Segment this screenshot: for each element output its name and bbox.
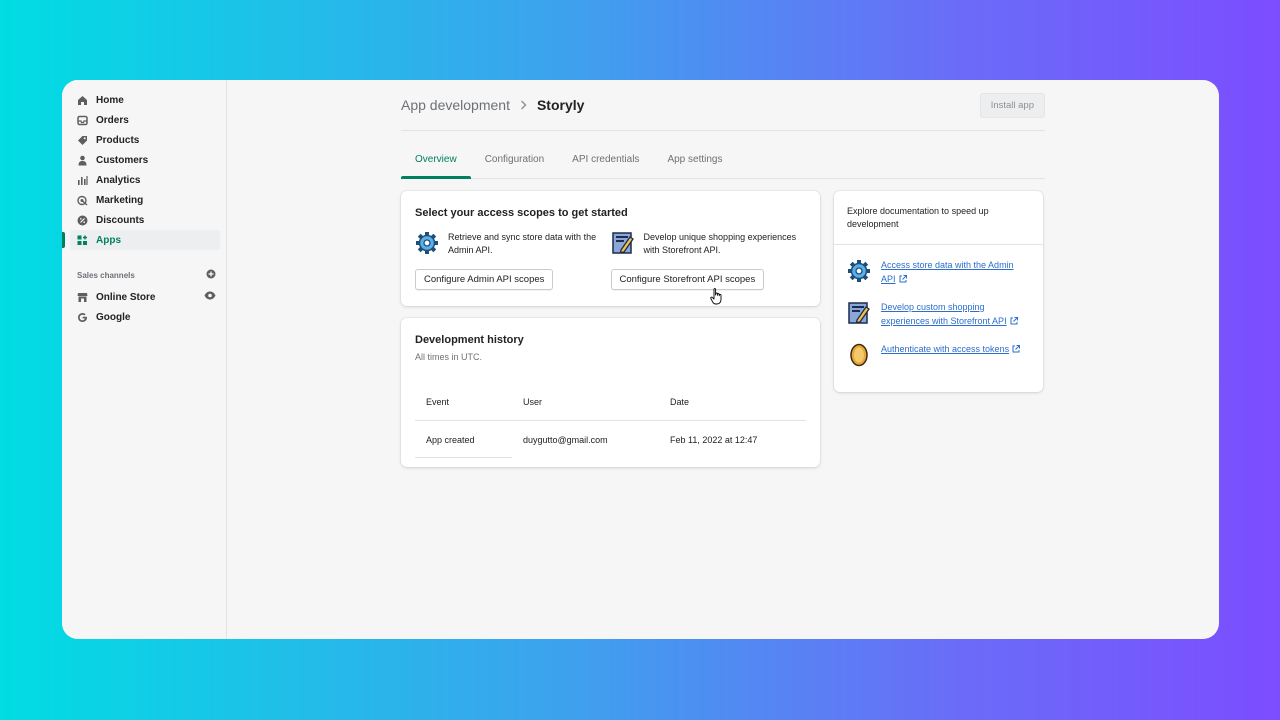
main-area: App development Storyly Install app Over… (227, 80, 1219, 639)
tab-api-credentials[interactable]: API credentials (558, 154, 653, 178)
home-icon (77, 95, 88, 106)
content: App development Storyly Install app Over… (401, 80, 1045, 467)
eye-icon[interactable] (204, 291, 216, 303)
table-row: App created duygutto@gmail.com Feb 11, 2… (415, 421, 806, 458)
sidebar-item-products[interactable]: Products (70, 130, 220, 150)
admin-scope-description: Retrieve and sync store data with the Ad… (448, 232, 597, 255)
gear-icon (415, 231, 439, 255)
sidebar-item-label: Products (96, 134, 140, 146)
sidebar-item-orders[interactable]: Orders (70, 110, 220, 130)
configure-admin-api-scopes-button[interactable]: Configure Admin API scopes (415, 269, 554, 290)
access-scopes-title: Select your access scopes to get started (415, 207, 628, 219)
hand-cursor-icon (710, 288, 724, 310)
doc-link-tokens-label[interactable]: Authenticate with access tokens (881, 343, 1021, 367)
documentation-title: Explore documentation to speed up develo… (834, 191, 1043, 245)
cell-user: duygutto@gmail.com (523, 434, 608, 445)
documentation-card: Explore documentation to speed up develo… (834, 191, 1043, 392)
page-header: App development Storyly Install app (401, 80, 1045, 131)
sidebar-item-marketing[interactable]: Marketing (70, 190, 220, 210)
doc-link-admin: Access store data with the Admin API (834, 259, 1043, 287)
storefront-scope-top: Develop unique shopping experiences with… (611, 231, 807, 257)
external-link-icon (899, 274, 907, 288)
discount-icon (77, 215, 88, 226)
external-link-icon (1012, 344, 1021, 358)
document-pencil-icon (847, 301, 871, 325)
orders-icon (77, 115, 88, 126)
sales-channels-label: Sales channels (77, 270, 135, 280)
sidebar-item-label: Online Store (96, 291, 156, 303)
store-icon (77, 292, 88, 303)
apps-icon (77, 235, 88, 246)
bar-chart-icon (77, 175, 88, 186)
sidebar-item-google[interactable]: Google (70, 307, 220, 327)
sidebar-item-discounts[interactable]: Discounts (70, 210, 220, 230)
sidebar: Home Orders Products Customers Analytics (62, 80, 227, 639)
online-store-wrap: Online Store (77, 292, 155, 303)
sidebar-item-online-store[interactable]: Online Store (70, 287, 220, 307)
doc-link-admin-label[interactable]: Access store data with the Admin API (881, 259, 1030, 287)
google-icon (77, 312, 88, 323)
sidebar-item-label: Analytics (96, 174, 141, 186)
doc-link-storefront: Develop custom shopping experiences with… (834, 301, 1043, 329)
doc-link-tokens: Authenticate with access tokens (834, 343, 1043, 367)
development-history-title: Development history (415, 334, 524, 346)
sidebar-item-analytics[interactable]: Analytics (70, 170, 220, 190)
timezone-note: All times in UTC. (415, 352, 483, 362)
storefront-scope-description: Develop unique shopping experiences with… (643, 232, 797, 255)
install-app-button[interactable]: Install app (979, 92, 1045, 118)
page-title: Storyly (536, 97, 585, 113)
doc-link-storefront-label[interactable]: Develop custom shopping experiences with… (881, 301, 1030, 329)
column-header-user: User (523, 397, 543, 407)
sidebar-item-label: Customers (96, 154, 149, 166)
tab-configuration[interactable]: Configuration (471, 154, 558, 178)
cell-event: App created (426, 434, 475, 445)
sales-channels-header: Sales channels (77, 269, 216, 281)
admin-scope-top: Retrieve and sync store data with the Ad… (415, 231, 611, 257)
storefront-scope: Develop unique shopping experiences with… (610, 231, 807, 290)
link-text: Authenticate with access tokens (881, 344, 1010, 354)
tab-bar: Overview Configuration API credentials A… (401, 131, 1045, 179)
sidebar-item-label: Marketing (96, 194, 144, 206)
tab-overview[interactable]: Overview (401, 154, 471, 179)
access-scopes-card: Select your access scopes to get started (401, 191, 820, 306)
add-channel-icon[interactable] (206, 269, 216, 281)
table-header-row: Event User Date (415, 384, 806, 421)
sidebar-item-home[interactable]: Home (70, 90, 220, 110)
configure-storefront-api-scopes-button[interactable]: Configure Storefront API scopes (610, 269, 765, 290)
admin-scope: Retrieve and sync store data with the Ad… (415, 231, 611, 290)
app-window: Home Orders Products Customers Analytics (62, 80, 1219, 639)
breadcrumb: App development Storyly (401, 97, 584, 113)
sidebar-item-customers[interactable]: Customers (70, 150, 220, 170)
column-header-event: Event (426, 397, 450, 407)
tab-app-settings[interactable]: App settings (653, 154, 736, 178)
sidebar-item-label: Home (96, 94, 124, 106)
column-header-date: Date (670, 397, 690, 407)
cell-date: Feb 11, 2022 at 12:47 (670, 434, 758, 445)
link-text: Develop custom shopping experiences with… (881, 302, 1007, 326)
breadcrumb-parent[interactable]: App development (401, 97, 510, 113)
target-icon (77, 195, 88, 206)
sidebar-item-label: Discounts (96, 214, 145, 226)
development-history-card: Development history All times in UTC. Ev… (401, 318, 820, 467)
tag-icon (77, 135, 88, 146)
person-icon (77, 155, 88, 166)
chevron-right-icon (520, 98, 527, 113)
gear-icon (847, 259, 871, 283)
document-pencil-icon (611, 231, 635, 255)
sidebar-item-label: Google (96, 311, 131, 323)
token-icon (847, 343, 871, 367)
sidebar-item-label: Orders (96, 114, 129, 126)
history-table: Event User Date App created duygutto@gma… (415, 384, 806, 458)
scope-row: Retrieve and sync store data with the Ad… (415, 231, 806, 290)
sidebar-item-apps[interactable]: Apps (62, 230, 220, 250)
sidebar-item-label: Apps (96, 234, 121, 246)
external-link-icon (1010, 316, 1018, 330)
